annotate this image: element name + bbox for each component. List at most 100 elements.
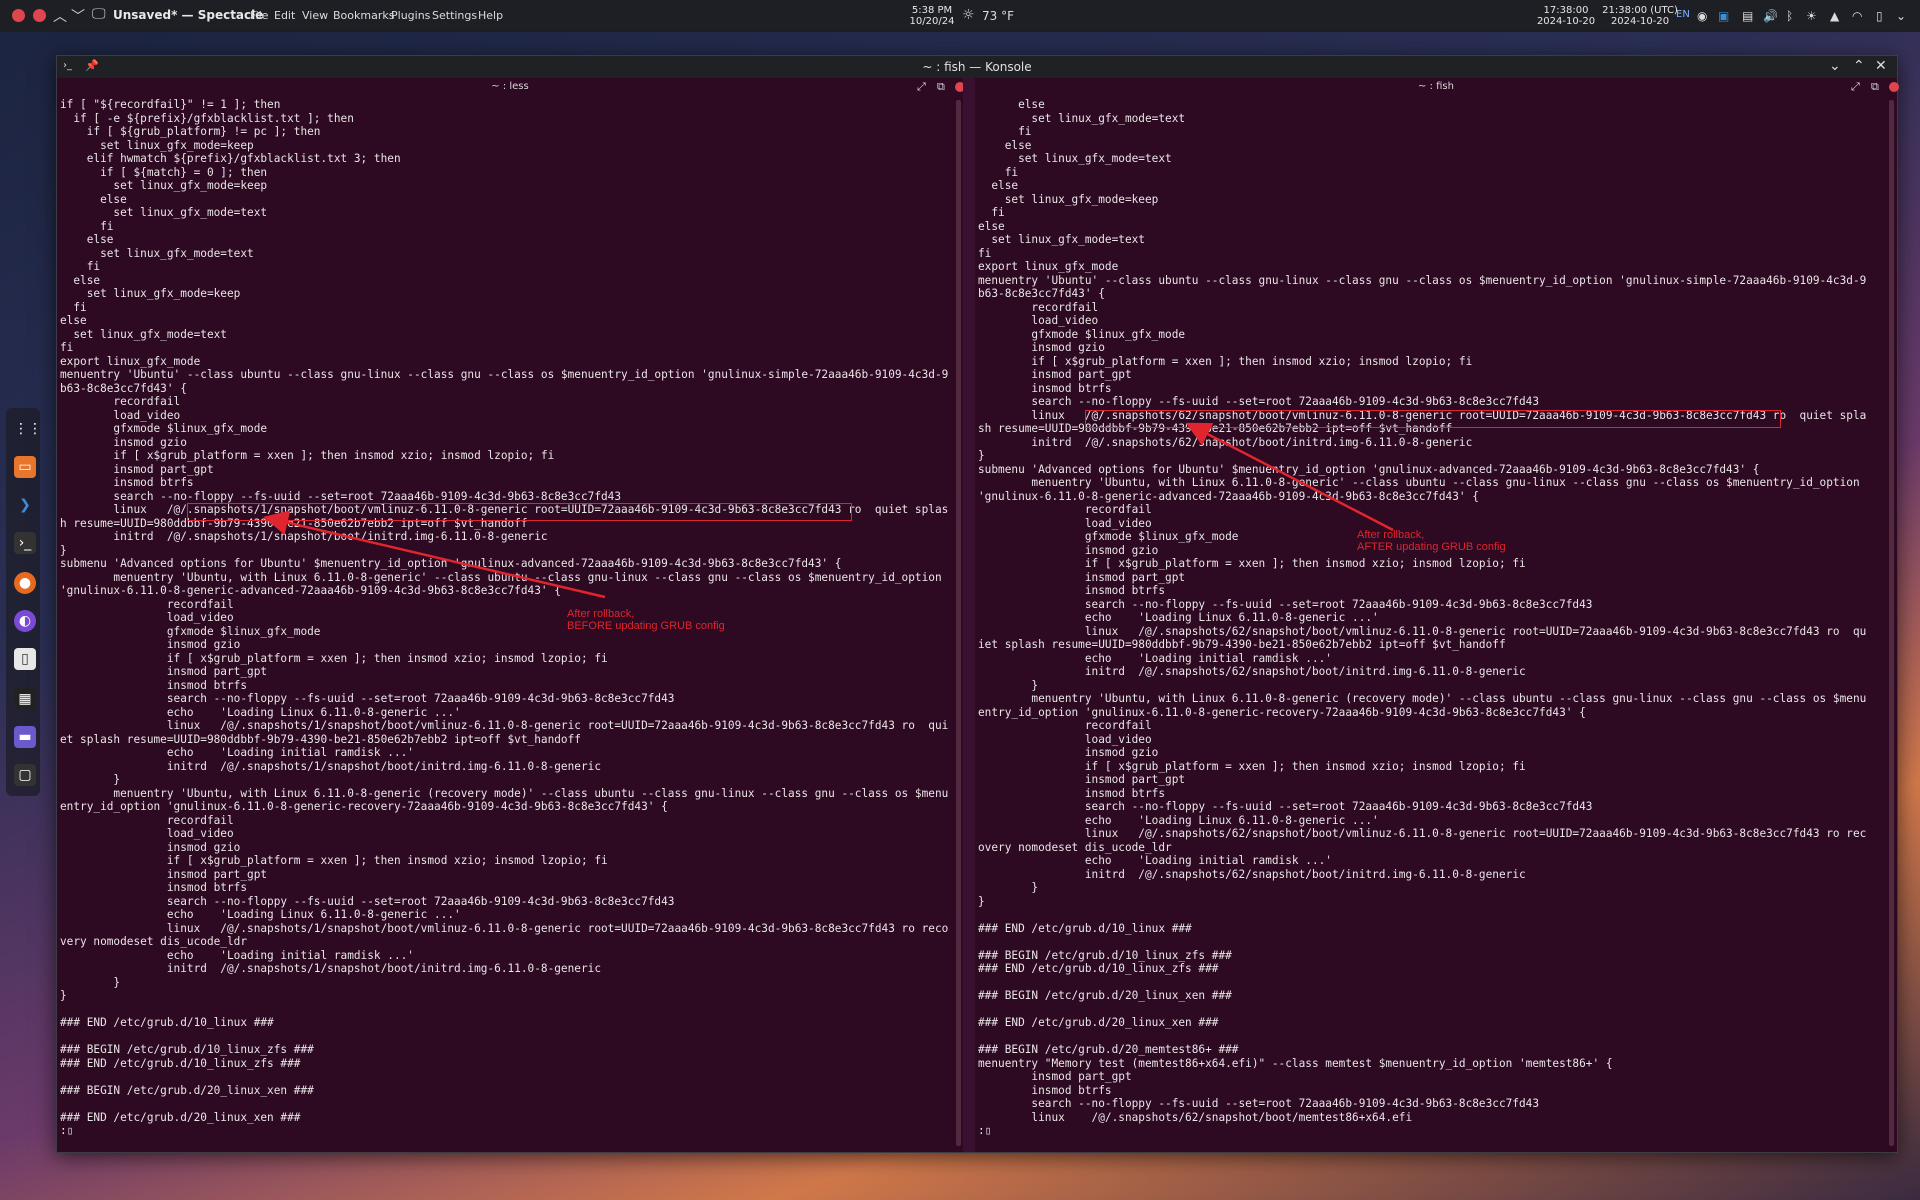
terminal-line: echo 'Loading initial ramdisk ...' xyxy=(978,651,1332,665)
annotation-left: After rollback, BEFORE updating GRUB con… xyxy=(567,608,725,632)
terminal-line: insmod btrfs xyxy=(978,381,1112,395)
volume-icon[interactable]: 🔊 xyxy=(1763,9,1778,23)
chevron-down-icon[interactable]: ﹀ xyxy=(71,6,85,26)
terminal-line: } xyxy=(60,773,121,786)
terminal-line: elif hwmatch ${prefix}/gfxblacklist.txt … xyxy=(60,152,401,165)
terminal-line: ### END /etc/grub.d/10_linux_zfs ### xyxy=(978,962,1219,975)
app-grid-icon[interactable]: ⋮⋮ xyxy=(14,418,42,440)
terminal-line: linux /@/.snapshots/62/snapshot/boot/vml… xyxy=(978,827,1867,840)
terminal-line: search --no-floppy --fs-uuid --set=root … xyxy=(60,692,675,705)
tray-expand-icon[interactable]: ⌄ xyxy=(1896,9,1906,23)
keyboard-layout[interactable]: EN xyxy=(1676,9,1690,20)
menu-bookmarks[interactable]: Bookmarks xyxy=(333,9,394,22)
terminal-line: menuentry 'Ubuntu, with Linux 6.11.0-8-g… xyxy=(60,786,949,800)
monitor-icon: 🖵 xyxy=(92,6,106,22)
terminal-line: insmod part_gpt xyxy=(978,368,1132,381)
updates-icon[interactable]: ▲ xyxy=(1830,9,1839,23)
terminal-icon[interactable]: ›_ xyxy=(14,532,36,554)
firefox-icon[interactable]: ● xyxy=(14,572,36,594)
top-panel: ︿ ﹀ 🖵 Unsaved* — Spectacle File Edit Vie… xyxy=(0,0,1920,32)
terminal-line: :▯ xyxy=(60,1124,74,1137)
center-clock[interactable]: 5:38 PM 10/20/24 xyxy=(904,5,960,27)
menu-help[interactable]: Help xyxy=(478,9,503,22)
terminal-line: recordfail xyxy=(60,813,234,827)
menu-plugins[interactable]: Plugins xyxy=(391,9,430,22)
pane-splitter[interactable] xyxy=(963,78,975,1152)
split-pane-icon[interactable]: ⧉ xyxy=(937,78,945,96)
local-clock[interactable]: 17:38:00 2024-10-20 xyxy=(1536,5,1596,27)
steam-icon[interactable]: ◉ xyxy=(1697,9,1707,23)
vscode-icon[interactable]: ❯ xyxy=(14,494,36,516)
terminal-pane-left[interactable]: ~ : less ⤢ ⧉ if [ "${recordfail}" != 1 ]… xyxy=(57,78,965,1152)
expand-pane-icon[interactable]: ⤢ xyxy=(917,78,926,96)
terminal-output-left[interactable]: if [ "${recordfail}" != 1 ]; then if [ -… xyxy=(60,98,948,1138)
minimize-icon[interactable]: ⌄ xyxy=(1829,58,1841,74)
center-clock-time: 5:38 PM xyxy=(911,5,953,16)
terminal-pane-right[interactable]: ~ : fish ⤢ ⧉ else set linux_gfx_mode=tex… xyxy=(975,78,1899,1152)
document-icon[interactable]: ▯ xyxy=(14,648,36,670)
utc-clock-time: 21:38:00 (UTC) xyxy=(1602,5,1678,16)
menu-edit[interactable]: Edit xyxy=(274,9,295,22)
terminal-line: et splash resume=UUID=980ddbbf-9b79-4390… xyxy=(60,732,581,746)
terminal-line: linux /@/.snapshots/62/snapshot/boot/vml… xyxy=(978,624,1867,638)
terminal-line: } xyxy=(60,989,67,1002)
utc-clock[interactable]: 21:38:00 (UTC) 2024-10-20 xyxy=(1600,5,1680,27)
terminal-line: 'gnulinux-6.11.0-8-generic-advanced-72aa… xyxy=(60,584,561,597)
folder-icon[interactable]: ▬ xyxy=(14,726,36,748)
menu-file[interactable]: File xyxy=(250,9,268,22)
expand-pane-icon[interactable]: ⤢ xyxy=(1851,78,1860,96)
close-icon[interactable]: ✕ xyxy=(1875,58,1887,74)
terminal-line: initrd /@/.snapshots/1/snapshot/boot/ini… xyxy=(60,962,601,975)
terminal-line: set linux_gfx_mode=text xyxy=(978,233,1145,246)
terminal-output-right[interactable]: else set linux_gfx_mode=text fi else set… xyxy=(978,98,1866,1138)
terminal-line: echo 'Loading Linux 6.11.0-8-generic ...… xyxy=(978,611,1379,624)
system-monitor-icon[interactable]: ▦ xyxy=(14,688,36,710)
terminal-line: else xyxy=(60,273,101,287)
vscode-tray-icon[interactable]: ▣ xyxy=(1718,9,1729,23)
terminal-line: else xyxy=(978,179,1019,192)
annotation-right-line1: After rollback, xyxy=(1357,529,1425,541)
terminal-line: recordfail xyxy=(60,597,234,611)
terminal-line: insmod part_gpt xyxy=(978,1070,1132,1083)
weather-icon[interactable]: ☼ xyxy=(962,7,975,23)
wifi-icon[interactable]: ◠ xyxy=(1852,9,1862,23)
weather-temperature[interactable]: 73 °F xyxy=(982,9,1014,23)
window-titlebar[interactable]: ›_ 📌 ~ : fish — Konsole ⌄ ⌃ ✕ xyxy=(57,56,1897,78)
konsole-window: ›_ 📌 ~ : fish — Konsole ⌄ ⌃ ✕ ~ : less ⤢… xyxy=(56,55,1899,1153)
terminal-line: insmod gzio xyxy=(60,840,241,854)
terminal-line: insmod part_gpt xyxy=(60,867,268,881)
close-pane-icon[interactable] xyxy=(1889,82,1899,92)
chevron-up-icon[interactable]: ︿ xyxy=(53,6,67,26)
menu-settings[interactable]: Settings xyxy=(432,9,477,22)
terminal-line: } xyxy=(978,881,1039,894)
bluetooth-icon[interactable]: ᛒ xyxy=(1786,9,1793,23)
split-pane-icon[interactable]: ⧉ xyxy=(1871,78,1879,96)
terminal-line: insmod part_gpt xyxy=(60,665,268,678)
terminal-line: recordfail xyxy=(978,300,1099,314)
close-window-icon[interactable] xyxy=(33,9,46,22)
menu-view[interactable]: View xyxy=(302,9,328,22)
center-clock-date: 10/20/24 xyxy=(909,16,955,27)
terminal-line: echo 'Loading Linux 6.11.0-8-generic ...… xyxy=(60,705,461,719)
scrollbar-right[interactable] xyxy=(1889,100,1894,1146)
clipboard-icon[interactable]: ▤ xyxy=(1742,9,1753,23)
scrollbar-left[interactable] xyxy=(956,100,961,1146)
terminal-line: submenu 'Advanced options for Ubuntu' $m… xyxy=(978,462,1760,476)
terminal-line: insmod btrfs xyxy=(60,476,194,489)
brightness-icon[interactable]: ☀ xyxy=(1806,9,1817,23)
terminal-line: recordfail xyxy=(60,395,181,408)
file-manager-icon[interactable]: ▭ xyxy=(14,456,36,478)
terminal-line: set linux_gfx_mode=text xyxy=(978,111,1186,125)
battery-icon[interactable]: ▯ xyxy=(1876,9,1883,23)
maximize-icon[interactable]: ⌃ xyxy=(1853,58,1865,74)
terminal-line: else xyxy=(60,314,87,327)
app-menu-icon[interactable] xyxy=(12,9,25,22)
terminal-line: set linux_gfx_mode=text xyxy=(60,327,227,341)
terminal-line: if [ x$grub_platform = xxen ]; then insm… xyxy=(978,354,1473,368)
window-icon[interactable]: ▢ xyxy=(14,764,36,786)
terminal-line: set linux_gfx_mode=keep xyxy=(60,179,268,192)
browser-icon[interactable]: ◐ xyxy=(14,610,36,632)
